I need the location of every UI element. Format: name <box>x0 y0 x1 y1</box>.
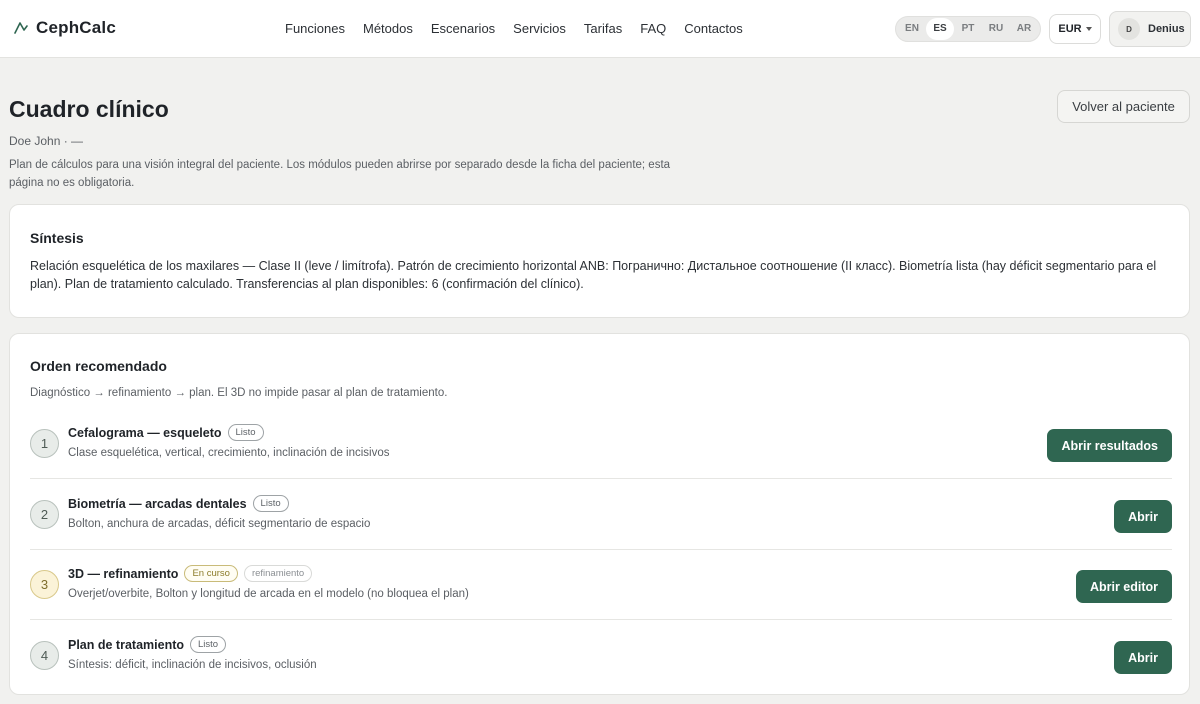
status-badge: Listo <box>252 495 289 512</box>
step-cephalogram: 1 Cefalograma — esqueleto Listo Clase es… <box>30 409 1172 479</box>
nav-link-faq[interactable]: FAQ <box>640 21 666 36</box>
status-badge: Listo <box>190 636 227 653</box>
step-title: Plan de tratamiento <box>68 637 184 652</box>
nav-link-tarifas[interactable]: Tarifas <box>584 21 622 36</box>
back-to-patient-button[interactable]: Volver al paciente <box>1057 90 1190 123</box>
open-plan-button[interactable]: Abrir <box>1114 641 1172 674</box>
step-biometry: 2 Biometría — arcadas dentales Listo Bol… <box>30 480 1172 550</box>
user-menu[interactable]: D Denius <box>1109 11 1191 47</box>
type-badge: refinamiento <box>243 565 313 582</box>
step-description: Síntesis: déficit, inclinación de incisi… <box>68 659 317 671</box>
user-name: Denius <box>1148 23 1185 35</box>
nav-link-metodos[interactable]: Métodos <box>363 21 413 36</box>
step-treatment-plan: 4 Plan de tratamiento Listo Síntesis: dé… <box>30 621 1172 691</box>
order-title: Orden recomendado <box>30 358 167 374</box>
nav-link-servicios[interactable]: Servicios <box>513 21 566 36</box>
step-header: Plan de tratamiento Listo <box>68 636 227 653</box>
step-title: Cefalograma — esqueleto <box>68 425 222 440</box>
step-number: 4 <box>30 641 59 670</box>
open-results-button[interactable]: Abrir resultados <box>1047 429 1172 462</box>
step-header: Cefalograma — esqueleto Listo <box>68 424 264 441</box>
currency-select[interactable]: EUR <box>1049 14 1101 44</box>
step-description: Clase esquelética, vertical, crecimiento… <box>68 447 390 459</box>
step-number: 2 <box>30 500 59 529</box>
synthesis-card: Síntesis Relación esquelética de los max… <box>9 204 1190 318</box>
patient-info: Doe John · — <box>9 134 84 148</box>
step-description: Overjet/overbite, Bolton y longitud de a… <box>68 588 469 600</box>
step-description: Bolton, anchura de arcadas, déficit segm… <box>68 518 371 530</box>
top-bar: CephCalc Funciones Métodos Escenarios Se… <box>0 0 1200 58</box>
lang-ru[interactable]: RU <box>982 18 1010 40</box>
step-number: 1 <box>30 429 59 458</box>
status-badge: En curso <box>184 565 238 582</box>
chevron-down-icon <box>1085 27 1092 31</box>
language-switcher: EN ES PT RU AR <box>895 16 1041 42</box>
step-number: 3 <box>30 570 59 599</box>
avatar: D <box>1118 18 1140 40</box>
step-3d-refinement: 3 3D — refinamiento En curso refinamient… <box>30 550 1172 620</box>
page-description: Plan de cálculos para una visión integra… <box>9 159 671 189</box>
nav-link-contactos[interactable]: Contactos <box>684 21 743 36</box>
brand-name: CephCalc <box>36 18 117 37</box>
synthesis-title: Síntesis <box>30 230 84 246</box>
main-nav: Funciones Métodos Escenarios Servicios T… <box>285 21 743 36</box>
brand[interactable]: CephCalc <box>14 18 116 38</box>
step-title: 3D — refinamiento <box>68 566 179 581</box>
order-subtitle: Diagnóstico → refinamiento → plan. El 3D… <box>30 387 448 399</box>
status-badge: Listo <box>227 424 264 441</box>
lang-ar[interactable]: AR <box>1010 18 1038 40</box>
lang-es[interactable]: ES <box>926 18 954 40</box>
currency-value: EUR <box>1058 23 1082 35</box>
lang-pt[interactable]: PT <box>954 18 982 40</box>
synthesis-text: Relación esquelética de los maxilares — … <box>30 259 1157 291</box>
open-biometry-button[interactable]: Abrir <box>1114 500 1172 533</box>
lang-en[interactable]: EN <box>898 18 926 40</box>
nav-link-funciones[interactable]: Funciones <box>285 21 345 36</box>
step-header: Biometría — arcadas dentales Listo <box>68 495 289 512</box>
page-title: Cuadro clínico <box>9 96 169 122</box>
nav-link-escenarios[interactable]: Escenarios <box>431 21 495 36</box>
step-header: 3D — refinamiento En curso refinamiento <box>68 565 313 582</box>
open-editor-button[interactable]: Abrir editor <box>1075 570 1172 603</box>
logo-icon <box>14 22 28 34</box>
recommended-order-card: Orden recomendado Diagnóstico → refinami… <box>9 333 1190 695</box>
step-title: Biometría — arcadas dentales <box>68 496 247 511</box>
